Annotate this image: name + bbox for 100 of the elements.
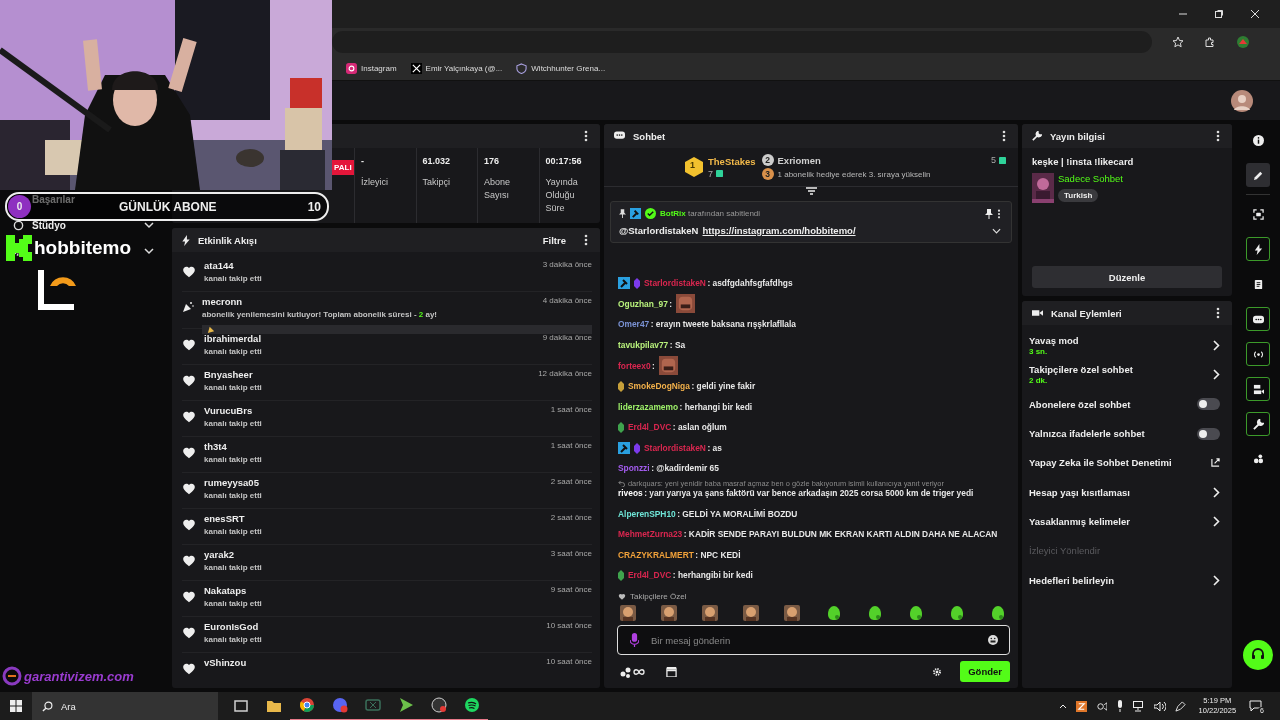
link[interactable]: https://instagram.com/hobbitemo/ [702, 225, 856, 236]
star-icon[interactable] [1172, 36, 1184, 48]
document-icon[interactable] [1252, 278, 1264, 290]
pencil-icon[interactable] [1252, 169, 1264, 181]
pin-icon[interactable] [985, 208, 993, 219]
leader-name[interactable]: Exriomen [777, 154, 821, 166]
arrow-app-icon[interactable] [397, 697, 414, 713]
username[interactable]: AlperenSPH10 [618, 508, 676, 520]
chevron-icon[interactable] [144, 220, 154, 230]
gamepad-icon[interactable] [364, 697, 381, 713]
start-icon[interactable] [10, 700, 22, 712]
browser-icon[interactable] [298, 697, 315, 713]
sidebar-tool-button[interactable] [1246, 307, 1270, 331]
edit-button[interactable]: Düzenle [1032, 266, 1222, 288]
emote-icon[interactable] [620, 605, 636, 621]
restore-icon[interactable] [1214, 9, 1224, 19]
sidebar-tool-button[interactable] [1246, 237, 1270, 261]
username[interactable]: Nakataps [204, 585, 247, 596]
chevron-icon[interactable] [1213, 486, 1220, 498]
username[interactable]: vShinzou [204, 657, 247, 668]
dots-icon[interactable] [1252, 453, 1264, 465]
leader-name[interactable]: TheStakes [708, 155, 756, 167]
profile-icon[interactable] [1236, 35, 1250, 49]
username[interactable]: Erd4l_DVC [628, 570, 672, 581]
username[interactable]: yarak2 [204, 549, 235, 560]
action-item[interactable]: Takipçilere özel sohbet [1029, 364, 1133, 376]
message-input[interactable]: Bir mesaj gönderin [617, 625, 1010, 655]
username[interactable]: SmokeDogNiga [628, 381, 690, 392]
username[interactable]: Erd4l_DVC [628, 422, 672, 433]
username[interactable]: ibrahimerdal [204, 333, 262, 344]
more-icon[interactable] [1216, 130, 1220, 142]
emote-icon[interactable] [661, 605, 678, 621]
username[interactable]: riveos [618, 488, 643, 499]
broadcast-icon[interactable] [1252, 348, 1264, 360]
support-button[interactable] [1243, 640, 1273, 670]
username[interactable]: tavukpilav77 [618, 339, 669, 351]
bookmark-label[interactable]: Emir Yalçınkaya (@... [425, 63, 503, 73]
emote-icon[interactable] [743, 605, 760, 621]
action-item[interactable]: Yapay Zeka ile Sohbet Denetimi [1029, 457, 1172, 469]
volume-icon[interactable] [1153, 700, 1166, 712]
username[interactable]: StarlordistakeN [644, 442, 706, 454]
camera-icon[interactable] [1095, 700, 1107, 712]
send-button[interactable]: Gönder [960, 661, 1010, 682]
more-icon[interactable] [997, 208, 1001, 219]
chevron-icon[interactable] [1213, 340, 1220, 352]
app-icon[interactable] [1075, 700, 1087, 712]
more-icon[interactable] [584, 130, 588, 142]
username[interactable]: forteex0 [618, 360, 651, 371]
bookmark-label[interactable]: Witchhunter Grena... [531, 63, 606, 73]
microphone-icon[interactable] [1115, 700, 1124, 712]
category-link[interactable]: Sadece Sohbet [1058, 173, 1123, 184]
emote-icon[interactable] [990, 605, 1006, 621]
task-view-icon[interactable] [232, 698, 249, 714]
bolt-icon[interactable] [1252, 243, 1264, 255]
toggle-switch[interactable] [1197, 398, 1220, 411]
chevron-icon[interactable] [1213, 515, 1220, 527]
username[interactable]: th3t4 [204, 441, 227, 452]
avatar[interactable] [1231, 89, 1253, 112]
video-icon[interactable] [1252, 383, 1264, 395]
frame-icon[interactable] [1252, 208, 1264, 220]
emoji-icon[interactable] [988, 635, 998, 645]
folder-icon[interactable] [265, 698, 282, 714]
filter-button[interactable]: Filtre [542, 234, 566, 246]
action-item[interactable]: Hesap yaşı kısıtlaması [1029, 486, 1130, 498]
username[interactable]: VurucuBrs [204, 405, 253, 416]
username[interactable]: CRAZYKRALMERT [618, 549, 694, 561]
points-icon[interactable] [620, 665, 646, 678]
username[interactable]: EuronIsGod [204, 621, 259, 632]
extensions-icon[interactable] [1204, 36, 1216, 48]
more-icon[interactable] [1002, 130, 1006, 142]
more-icon[interactable] [1216, 307, 1220, 319]
chevron-icon[interactable] [1213, 574, 1220, 586]
username[interactable]: MehmetZurna23 [618, 529, 683, 540]
sidebar-item[interactable]: Stüdyo [32, 219, 66, 231]
chat-icon[interactable] [1252, 313, 1264, 325]
bookmark-label[interactable]: Instagram [361, 63, 397, 73]
username[interactable]: liderzazamemo [618, 401, 679, 413]
emote-icon[interactable] [866, 605, 883, 621]
sidebar-tool-button[interactable] [1246, 163, 1270, 187]
username[interactable]: mecronn [202, 296, 243, 308]
tag[interactable]: Turkish [1058, 189, 1099, 202]
notification-icon[interactable] [1249, 700, 1263, 712]
emote-icon[interactable] [825, 605, 842, 621]
username[interactable]: Bnyasheer [204, 369, 253, 380]
sidebar-item[interactable]: Başarılar [32, 193, 75, 205]
external-link-icon[interactable] [1211, 458, 1220, 468]
action-item[interactable]: Hedefleri belirleyin [1029, 574, 1114, 586]
filter-icon[interactable] [805, 187, 817, 195]
record-app-icon[interactable] [430, 697, 447, 713]
music-app-icon[interactable] [463, 697, 480, 713]
chevron-icon[interactable] [144, 246, 154, 256]
caret-icon[interactable] [1058, 703, 1067, 709]
chat-app-icon[interactable] [331, 697, 348, 713]
network-icon[interactable] [1132, 700, 1145, 712]
username[interactable]: Omer47 [618, 319, 650, 330]
emote-icon[interactable] [948, 605, 965, 621]
settings-icon[interactable] [932, 666, 943, 677]
pen-icon[interactable] [1174, 700, 1186, 712]
username[interactable]: enesSRT [204, 513, 245, 524]
username[interactable]: ata144 [204, 260, 234, 272]
